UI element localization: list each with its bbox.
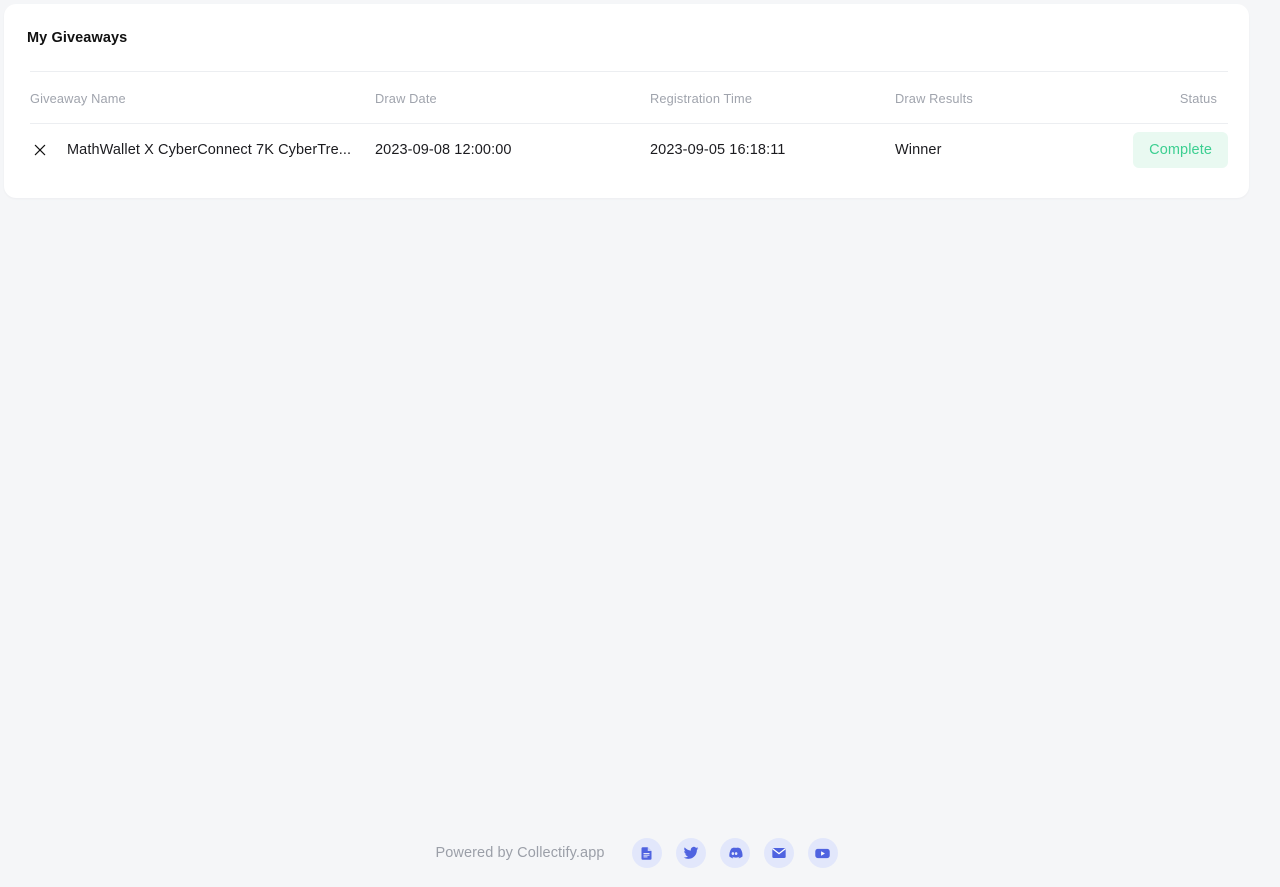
- column-header-giveaway-name: Giveaway Name: [30, 90, 126, 106]
- column-header-draw-date: Draw Date: [375, 90, 437, 106]
- column-header-draw-results: Draw Results: [895, 90, 973, 106]
- email-icon: [771, 845, 787, 861]
- docs-icon-button[interactable]: [631, 838, 662, 868]
- powered-by-label: Powered by Collectify.app: [435, 845, 605, 861]
- table-row[interactable]: MathWallet X CyberConnect 7K CyberTre...…: [30, 124, 1228, 176]
- giveaways-card: My Giveaways Giveaway Name Draw Date Reg…: [4, 4, 1249, 198]
- discord-icon: [726, 845, 743, 862]
- discord-icon-button[interactable]: [719, 838, 750, 868]
- email-icon-button[interactable]: [763, 838, 794, 868]
- youtube-icon: [814, 845, 831, 862]
- twitter-icon: [683, 845, 699, 861]
- docs-icon: [639, 846, 654, 861]
- footer: Powered by Collectify.app: [0, 836, 1280, 870]
- column-header-status: Status: [1179, 90, 1217, 106]
- twitter-icon-button[interactable]: [675, 838, 706, 868]
- cell-draw-results: Winner: [895, 142, 942, 158]
- page-title: My Giveaways: [27, 30, 128, 46]
- x-twitter-icon[interactable]: [33, 143, 47, 157]
- youtube-icon-button[interactable]: [807, 838, 838, 868]
- column-header-registration-time: Registration Time: [650, 90, 753, 106]
- status-badge: Complete: [1133, 132, 1228, 168]
- cell-giveaway-name: MathWallet X CyberConnect 7K CyberTre...: [30, 124, 375, 176]
- cell-draw-date: 2023-09-08 12:00:00: [375, 142, 512, 158]
- cell-registration-time: 2023-09-05 16:18:11: [650, 142, 786, 158]
- cell-status: Complete: [1125, 124, 1228, 176]
- table-header-row: Giveaway Name Draw Date Registration Tim…: [30, 72, 1228, 124]
- giveaway-name-text: MathWallet X CyberConnect 7K CyberTre...: [67, 142, 352, 158]
